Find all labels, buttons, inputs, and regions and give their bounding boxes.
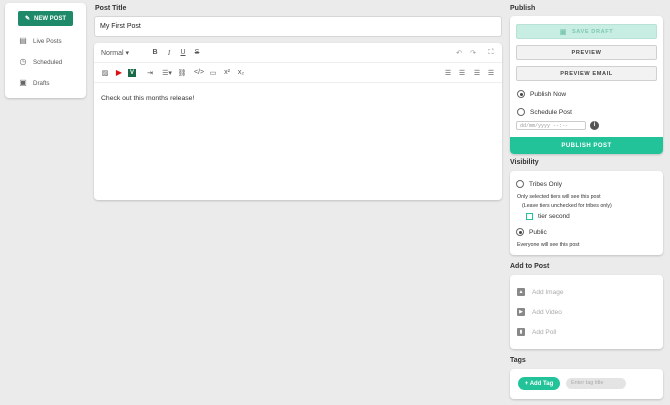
floppy-icon: ▣: [559, 28, 567, 36]
add-to-post-panel: ▲ Add Image ▶ Add Video ▮ Add Poll: [510, 275, 663, 349]
public-note: Everyone will see this post: [517, 242, 580, 248]
tier-second-checkbox[interactable]: tier second: [526, 213, 570, 220]
add-to-post-heading: Add to Post: [510, 263, 550, 270]
clock-icon: ◷: [19, 57, 27, 66]
floppy-icon: ▣: [19, 78, 27, 87]
link-icon[interactable]: ⛓: [177, 69, 187, 77]
publish-panel: ▣ SAVE DRAFT PREVIEW PREVIEW EMAIL Publi…: [510, 16, 663, 154]
publish-heading: Publish: [510, 5, 536, 12]
underline-icon[interactable]: U: [178, 49, 188, 56]
embed-icon[interactable]: ▭: [208, 69, 218, 77]
vimeo-icon[interactable]: V: [128, 68, 136, 77]
publish-post-button[interactable]: PUBLISH POST: [510, 137, 663, 154]
public-radio[interactable]: Public: [516, 228, 547, 236]
add-tag-button[interactable]: + Add Tag: [518, 377, 560, 390]
tribes-only-radio[interactable]: Tribes Only: [516, 180, 562, 188]
preview-button[interactable]: PREVIEW: [516, 45, 657, 60]
tribes-note-2: (Leave tiers unchecked for tribes only): [522, 203, 612, 209]
publish-now-radio[interactable]: Publish Now: [517, 90, 566, 98]
align-left-icon[interactable]: ☰: [443, 69, 453, 77]
sidebar-item-drafts[interactable]: ▣ Drafts: [19, 78, 49, 87]
tag-title-input[interactable]: Enter tag title: [566, 378, 626, 389]
bold-icon[interactable]: B: [150, 49, 160, 56]
sidebar-item-live-posts[interactable]: ▤ Live Posts: [19, 36, 61, 45]
image-icon: ▲: [517, 288, 525, 296]
new-post-button[interactable]: ✎ NEW POST: [18, 11, 73, 26]
superscript-icon[interactable]: x²: [222, 69, 232, 76]
info-icon[interactable]: i: [590, 121, 599, 130]
rich-text-editor: Normal ▾ B I U S ↶ ↷ ⛶ ▨ ▶ V ⇥ ☰▾ ⛓ </> …: [94, 43, 502, 200]
editor-content[interactable]: Check out this months release!: [101, 95, 194, 102]
align-right-icon[interactable]: ☰: [472, 69, 482, 77]
undo-icon[interactable]: ↶: [454, 49, 464, 57]
add-video-button[interactable]: ▶ Add Video: [517, 308, 562, 316]
youtube-icon[interactable]: ▶: [114, 68, 124, 77]
visibility-panel: Tribes Only Only selected tiers will see…: [510, 171, 663, 255]
preview-email-button[interactable]: PREVIEW EMAIL: [516, 66, 657, 81]
sidebar: ✎ NEW POST ▤ Live Posts ◷ Scheduled ▣ Dr…: [5, 3, 86, 98]
tags-heading: Tags: [510, 357, 526, 364]
editor-toolbar-row-1: Normal ▾ B I U S ↶ ↷ ⛶: [94, 43, 502, 63]
add-image-button[interactable]: ▲ Add Image: [517, 288, 563, 296]
subscript-icon[interactable]: x₂: [236, 69, 246, 76]
sidebar-item-scheduled[interactable]: ◷ Scheduled: [19, 57, 63, 66]
format-select[interactable]: Normal ▾: [101, 49, 131, 57]
schedule-post-radio[interactable]: Schedule Post: [517, 108, 572, 116]
editor-toolbar-row-2: ▨ ▶ V ⇥ ☰▾ ⛓ </> ▭ x² x₂ ☰ ☰ ☰ ☰: [94, 63, 502, 83]
video-icon: ▶: [517, 308, 525, 316]
pencil-icon: ✎: [24, 16, 30, 22]
poll-icon: ▮: [517, 328, 525, 336]
italic-icon[interactable]: I: [164, 49, 174, 57]
schedule-date-input[interactable]: dd/mm/yyyy --:--: [516, 121, 586, 130]
post-title-label: Post Title: [95, 5, 127, 12]
add-poll-button[interactable]: ▮ Add Poll: [517, 328, 556, 336]
visibility-heading: Visibility: [510, 159, 539, 166]
justify-icon[interactable]: ☰: [486, 69, 496, 77]
tags-panel: + Add Tag Enter tag title: [510, 369, 663, 399]
tribes-note: Only selected tiers will see this post: [517, 194, 601, 200]
fullscreen-icon[interactable]: ⛶: [486, 49, 496, 57]
list-icon: ▤: [19, 36, 27, 45]
align-center-icon[interactable]: ☰: [457, 69, 467, 77]
list-icon[interactable]: ☰▾: [160, 69, 174, 77]
post-title-input[interactable]: My First Post: [94, 16, 502, 37]
indent-icon[interactable]: ⇥: [145, 69, 155, 77]
redo-icon[interactable]: ↷: [468, 49, 478, 57]
save-draft-button[interactable]: ▣ SAVE DRAFT: [516, 24, 657, 39]
strikethrough-icon[interactable]: S: [192, 49, 202, 56]
code-icon[interactable]: </>: [194, 69, 204, 76]
image-icon[interactable]: ▨: [100, 69, 110, 77]
